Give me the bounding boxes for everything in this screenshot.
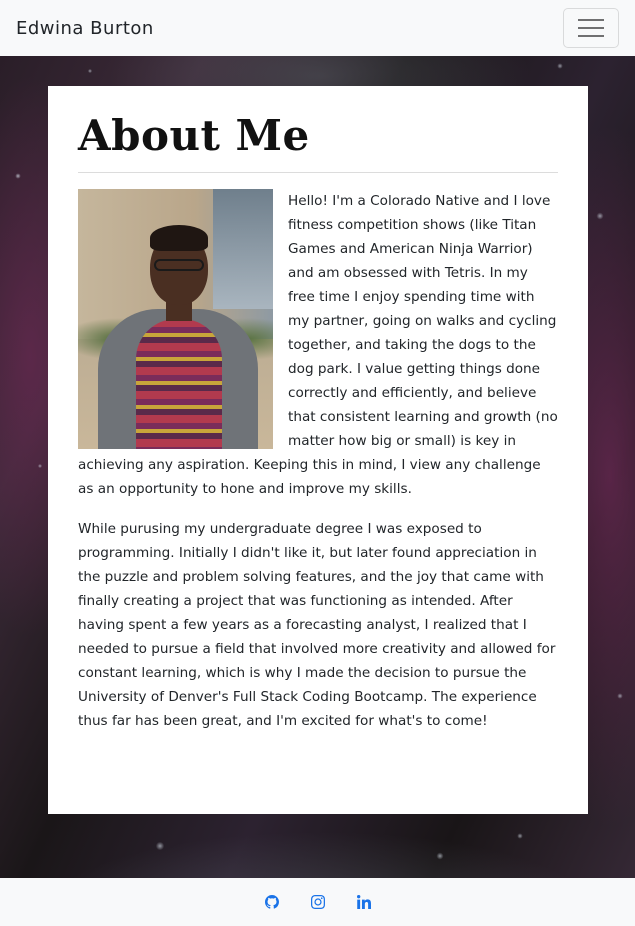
hamburger-menu-icon [578, 35, 604, 37]
brand-name[interactable]: Edwina Burton [16, 18, 154, 39]
hamburger-menu-icon [578, 19, 604, 21]
linkedin-icon [356, 895, 371, 909]
linkedin-link[interactable] [356, 895, 371, 909]
instagram-link[interactable] [310, 895, 325, 909]
divider [78, 172, 558, 174]
navbar-toggle-button[interactable] [563, 8, 619, 48]
page-title: About Me [78, 111, 310, 160]
about-paragraph-2: While purusing my undergraduate degree I… [78, 521, 556, 730]
about-content: Hello! I'm a Colorado Native and I love … [78, 189, 558, 733]
profile-photo [78, 189, 273, 450]
footer [0, 878, 635, 926]
navbar: Edwina Burton [0, 0, 635, 56]
instagram-icon [310, 895, 325, 909]
about-card: About Me Hello! I'm a Colorado Native an… [48, 86, 588, 814]
hamburger-menu-icon [578, 27, 604, 29]
github-link[interactable] [264, 895, 279, 909]
github-icon [264, 895, 279, 909]
